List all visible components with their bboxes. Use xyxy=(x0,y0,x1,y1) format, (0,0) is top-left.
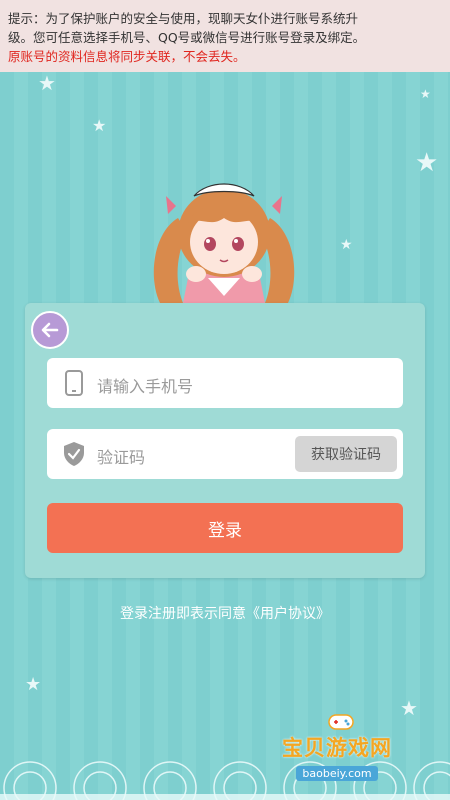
shield-check-icon xyxy=(64,442,84,466)
login-card: 请输入手机号 验证码 获取验证码 登录 xyxy=(25,303,425,578)
phone-placeholder: 请输入手机号 xyxy=(97,377,194,396)
get-code-button[interactable]: 获取验证码 xyxy=(295,436,397,472)
code-placeholder: 验证码 xyxy=(97,448,146,467)
back-button[interactable] xyxy=(31,311,69,349)
star-icon: ★ xyxy=(340,237,353,253)
login-button[interactable]: 登录 xyxy=(47,503,403,553)
agreement-text: 登录注册即表示同意《用户协议》 xyxy=(0,603,450,623)
star-icon: ★ xyxy=(25,674,42,695)
user-agreement-link[interactable]: 《用户协议》 xyxy=(246,606,330,622)
verification-code-input[interactable]: 验证码 获取验证码 xyxy=(47,429,403,479)
notice-line-1: 提示：为了保护账户的安全与使用，现聊天女仆进行账号系统升 xyxy=(8,11,359,26)
back-arrow-icon xyxy=(41,322,59,338)
notice-line-3: 原账号的资料信息将同步关联，不会丢失。 xyxy=(8,49,246,64)
star-icon: ★ xyxy=(415,148,439,178)
phone-icon xyxy=(65,370,83,396)
watermark-name: 宝贝游戏网 xyxy=(282,736,392,760)
maid-character-illustration xyxy=(153,183,295,308)
star-icon: ★ xyxy=(420,87,431,101)
notice-banner: 提示：为了保护账户的安全与使用，现聊天女仆进行账号系统升 级。您可任意选择手机号… xyxy=(0,0,450,72)
notice-line-2: 级。您可任意选择手机号、QQ号或微信号进行账号登录及绑定。 xyxy=(8,30,366,45)
phone-input[interactable]: 请输入手机号 xyxy=(47,358,403,408)
star-icon: ★ xyxy=(38,71,56,95)
star-icon: ★ xyxy=(400,696,418,720)
watermark: 宝贝游戏网 baobeiy.com xyxy=(272,706,402,781)
star-icon: ★ xyxy=(92,116,107,135)
agreement-prefix: 登录注册即表示同意 xyxy=(120,606,246,622)
watermark-domain: baobeiy.com xyxy=(296,766,378,781)
